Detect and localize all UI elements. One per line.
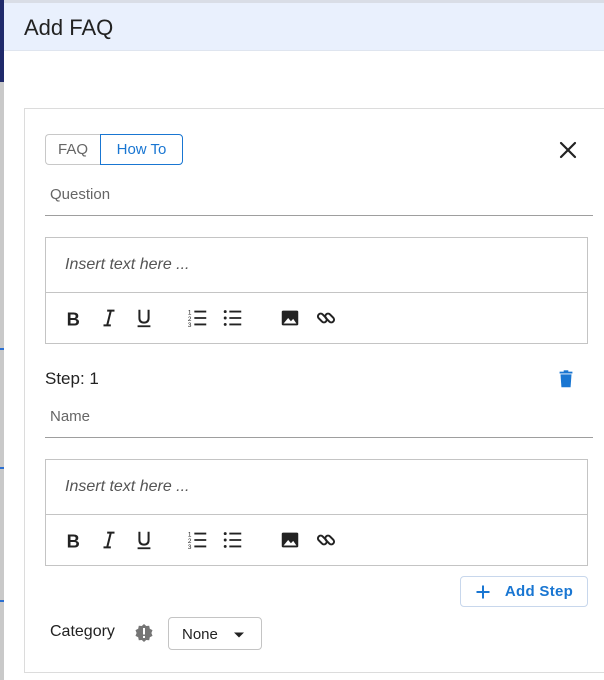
add-step-button[interactable]: Add Step (460, 576, 588, 607)
editor-toolbar: B 123 (46, 514, 587, 566)
svg-text:B: B (67, 308, 80, 329)
svg-text:B: B (67, 530, 80, 551)
delete-step-icon[interactable] (555, 368, 577, 390)
step-name-input[interactable]: Name (50, 408, 90, 425)
editor-toolbar: B 123 (46, 292, 587, 344)
image-icon[interactable] (279, 307, 301, 329)
question-underline (45, 215, 593, 216)
bold-icon[interactable]: B (63, 307, 85, 329)
editor-placeholder[interactable]: Insert text here ... (65, 256, 190, 274)
category-value: None (182, 626, 218, 643)
bullet-list-icon[interactable] (222, 307, 244, 329)
plus-icon (476, 585, 490, 598)
category-label: Category (50, 623, 115, 640)
editor-placeholder[interactable]: Insert text here ... (65, 478, 190, 496)
mode-toggle: FAQ How To (45, 134, 183, 165)
chevron-down-icon (234, 632, 244, 638)
question-input[interactable]: Question (50, 186, 110, 203)
dialog-header: Add FAQ (4, 0, 604, 51)
ordered-list-icon[interactable]: 123 (187, 307, 209, 329)
step-label: Step: 1 (45, 369, 99, 388)
background-marker (0, 600, 4, 602)
ordered-list-icon[interactable]: 123 (187, 529, 209, 551)
underline-icon[interactable] (133, 529, 155, 551)
close-icon[interactable] (556, 138, 580, 162)
rich-text-editor[interactable]: Insert text here ... B 123 (45, 237, 588, 344)
underline-icon[interactable] (133, 307, 155, 329)
svg-text:3: 3 (188, 544, 192, 551)
background-sidebar-edge (0, 0, 4, 680)
link-icon[interactable] (315, 307, 337, 329)
background-marker (0, 348, 4, 350)
toggle-faq-button[interactable]: FAQ (45, 134, 100, 165)
background-marker (0, 467, 4, 469)
toggle-howto-button[interactable]: How To (100, 134, 183, 165)
svg-text:3: 3 (188, 322, 192, 329)
category-select[interactable]: None (168, 617, 262, 650)
italic-icon[interactable] (98, 307, 120, 329)
image-icon[interactable] (279, 529, 301, 551)
step-rich-text-editor[interactable]: Insert text here ... B 123 (45, 459, 588, 566)
italic-icon[interactable] (98, 529, 120, 551)
bold-icon[interactable]: B (63, 529, 85, 551)
dialog-title: Add FAQ (24, 15, 114, 40)
info-badge-icon[interactable] (134, 623, 154, 643)
add-step-label: Add Step (504, 583, 574, 600)
step-name-underline (45, 437, 593, 438)
link-icon[interactable] (315, 529, 337, 551)
bullet-list-icon[interactable] (222, 529, 244, 551)
